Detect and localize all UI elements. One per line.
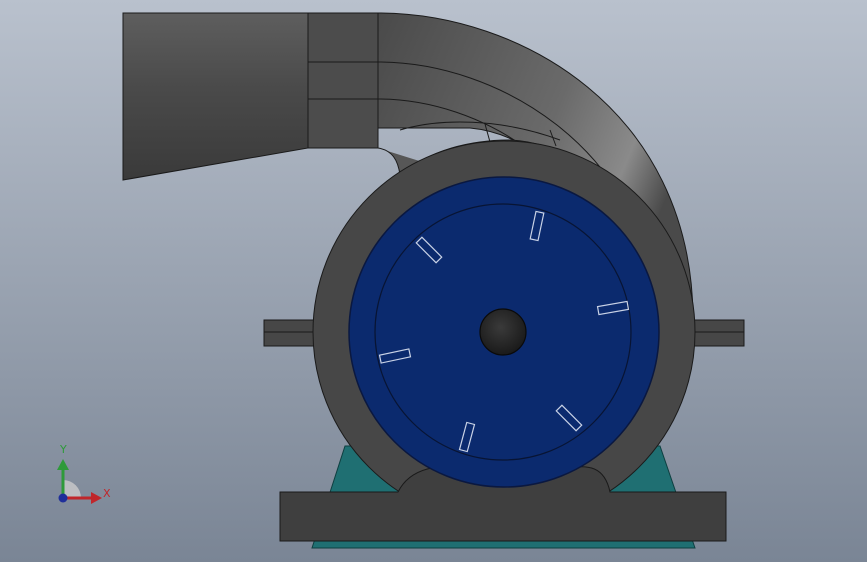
3d-viewport[interactable]: Y X xyxy=(0,0,867,562)
shaft-hub xyxy=(479,308,527,356)
y-axis-label: Y xyxy=(60,443,67,456)
viewport-canvas[interactable] xyxy=(0,0,867,562)
x-axis-label: X xyxy=(103,487,111,500)
duct-section xyxy=(307,12,379,149)
z-axis-dot xyxy=(58,493,68,503)
impeller-assembly xyxy=(348,176,660,488)
